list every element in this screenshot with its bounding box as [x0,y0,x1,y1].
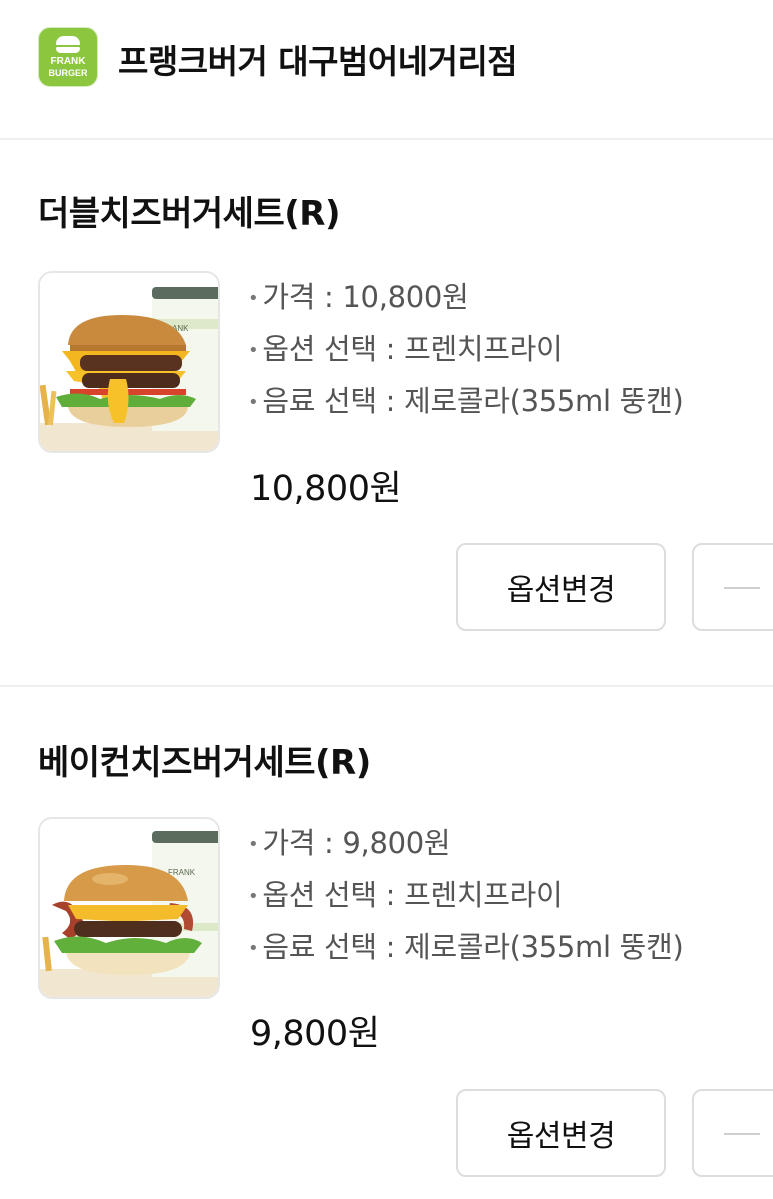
minus-icon [724,587,760,589]
change-option-button[interactable]: 옵션변경 [456,1089,666,1177]
bacon-cheeseburger-set-image[interactable]: FRANK [38,817,220,999]
item-side-option: • 옵션 선택 : 프렌치프라이 [248,878,563,912]
cart-item: 베이컨치즈버거세트(R) FRANK • 가격: 9,800원 • 옵션 선택… [0,687,773,1199]
minus-icon [724,1133,760,1135]
item-options: • 가격 : 10,800원 • 옵션 선택 : 프렌치프라이 • 음료 선택 : 제… [248,277,684,433]
item-total-price: 10,800원 [250,469,402,509]
item-side-option: • 옵션 선택 : 프렌치프라이 [248,332,563,366]
cart-item: 더블치즈버거세트(R) ANK • 가격: 10,800원 • 옵션 선택:… [0,140,773,687]
item-total-price: 9,800원 [250,1014,380,1054]
quantity-decrease-button[interactable] [692,1089,773,1177]
logo-text-line2: BURGER [48,68,88,78]
store-header: FRANK BURGER 프랭크버거 대구범어네거리점 [0,0,773,140]
frank-burger-logo: FRANK BURGER [38,27,98,87]
item-options: • 가격 : 9,800원 • 옵션 선택 : 프렌치프라이 • 음료 선택 : 제로… [248,823,684,979]
item-drink-option: • 음료 선택 : 제로콜라(355ml 뚱캔) [248,384,684,418]
item-drink-option: • 음료 선택 : 제로콜라(355ml 뚱캔) [248,930,684,964]
item-title: 베이컨치즈버거세트(R) [38,743,371,783]
store-name: 프랭크버거 대구범어네거리점 [118,42,518,81]
item-price-detail: • 가격 : 10,800원 [248,280,469,314]
change-option-button[interactable]: 옵션변경 [456,543,666,631]
quantity-decrease-button[interactable] [692,543,773,631]
item-price-detail: • 가격 : 9,800원 [248,826,451,860]
logo-text-line1: FRANK [50,56,86,67]
svg-text:FRANK: FRANK [168,868,196,877]
double-cheeseburger-set-image[interactable]: ANK [38,271,220,453]
item-title: 더블치즈버거세트(R) [38,194,341,234]
